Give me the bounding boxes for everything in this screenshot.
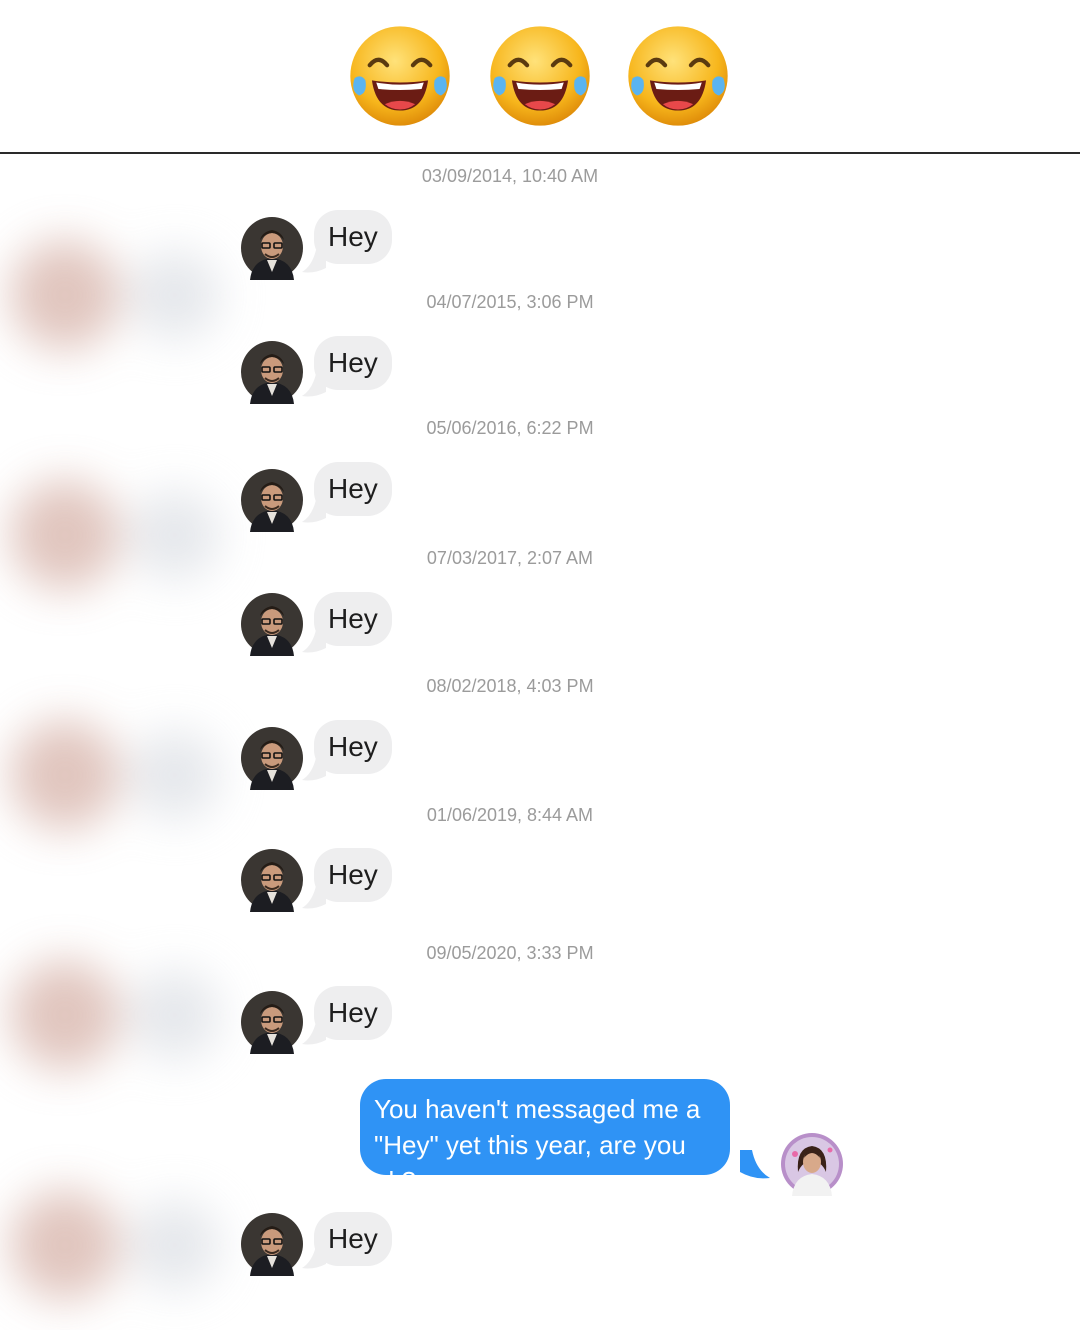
incoming-message-bubble[interactable]: Hey	[314, 462, 392, 516]
sender-avatar-icon[interactable]	[240, 1212, 304, 1276]
emoji-header	[0, 0, 1080, 152]
sender-avatar-icon[interactable]	[240, 468, 304, 532]
sender-avatar-icon[interactable]	[240, 848, 304, 912]
message-timestamp: 07/03/2017, 2:07 AM	[426, 548, 594, 568]
recipient-avatar-icon[interactable]	[780, 1132, 844, 1196]
message-timestamp: 08/02/2018, 4:03 PM	[426, 676, 594, 696]
bubble-tail-icon	[740, 1150, 770, 1179]
message-timestamp: 05/06/2016, 6:22 PM	[426, 418, 594, 438]
incoming-message-bubble[interactable]: Hey	[314, 592, 392, 646]
outgoing-message-bubble[interactable]: You haven't messaged me a "Hey" yet this…	[360, 1079, 730, 1196]
outgoing-message-line: You haven't messaged me a	[374, 1094, 701, 1124]
blurred-region	[0, 1170, 232, 1330]
message-timestamp: 04/07/2015, 3:06 PM	[426, 292, 594, 312]
incoming-message-bubble[interactable]: Hey	[314, 848, 392, 902]
sender-avatar-icon[interactable]	[240, 592, 304, 656]
incoming-message-bubble[interactable]: Hey	[314, 720, 392, 774]
blurred-region	[0, 700, 232, 860]
face-with-tears-of-joy-icon	[628, 26, 728, 126]
sender-avatar-icon[interactable]	[240, 216, 304, 280]
incoming-message-bubble[interactable]: Hey	[314, 1212, 392, 1266]
message-timestamp: 09/05/2020, 3:33 PM	[426, 943, 594, 963]
blurred-region	[0, 460, 232, 620]
outgoing-message-line: "Hey" yet this year, are you ok?	[374, 1130, 686, 1196]
sender-avatar-icon[interactable]	[240, 726, 304, 790]
sender-avatar-icon[interactable]	[240, 340, 304, 404]
incoming-message-bubble[interactable]: Hey	[314, 210, 392, 264]
message-timestamp: 01/06/2019, 8:44 AM	[426, 805, 594, 825]
incoming-message-bubble[interactable]: Hey	[314, 986, 392, 1040]
message-timestamp: 03/09/2014, 10:40 AM	[421, 166, 599, 186]
face-with-tears-of-joy-icon	[350, 26, 450, 126]
face-with-tears-of-joy-icon	[490, 26, 590, 126]
sender-avatar-icon[interactable]	[240, 990, 304, 1054]
header-divider	[0, 152, 1080, 154]
incoming-message-bubble[interactable]: Hey	[314, 336, 392, 390]
